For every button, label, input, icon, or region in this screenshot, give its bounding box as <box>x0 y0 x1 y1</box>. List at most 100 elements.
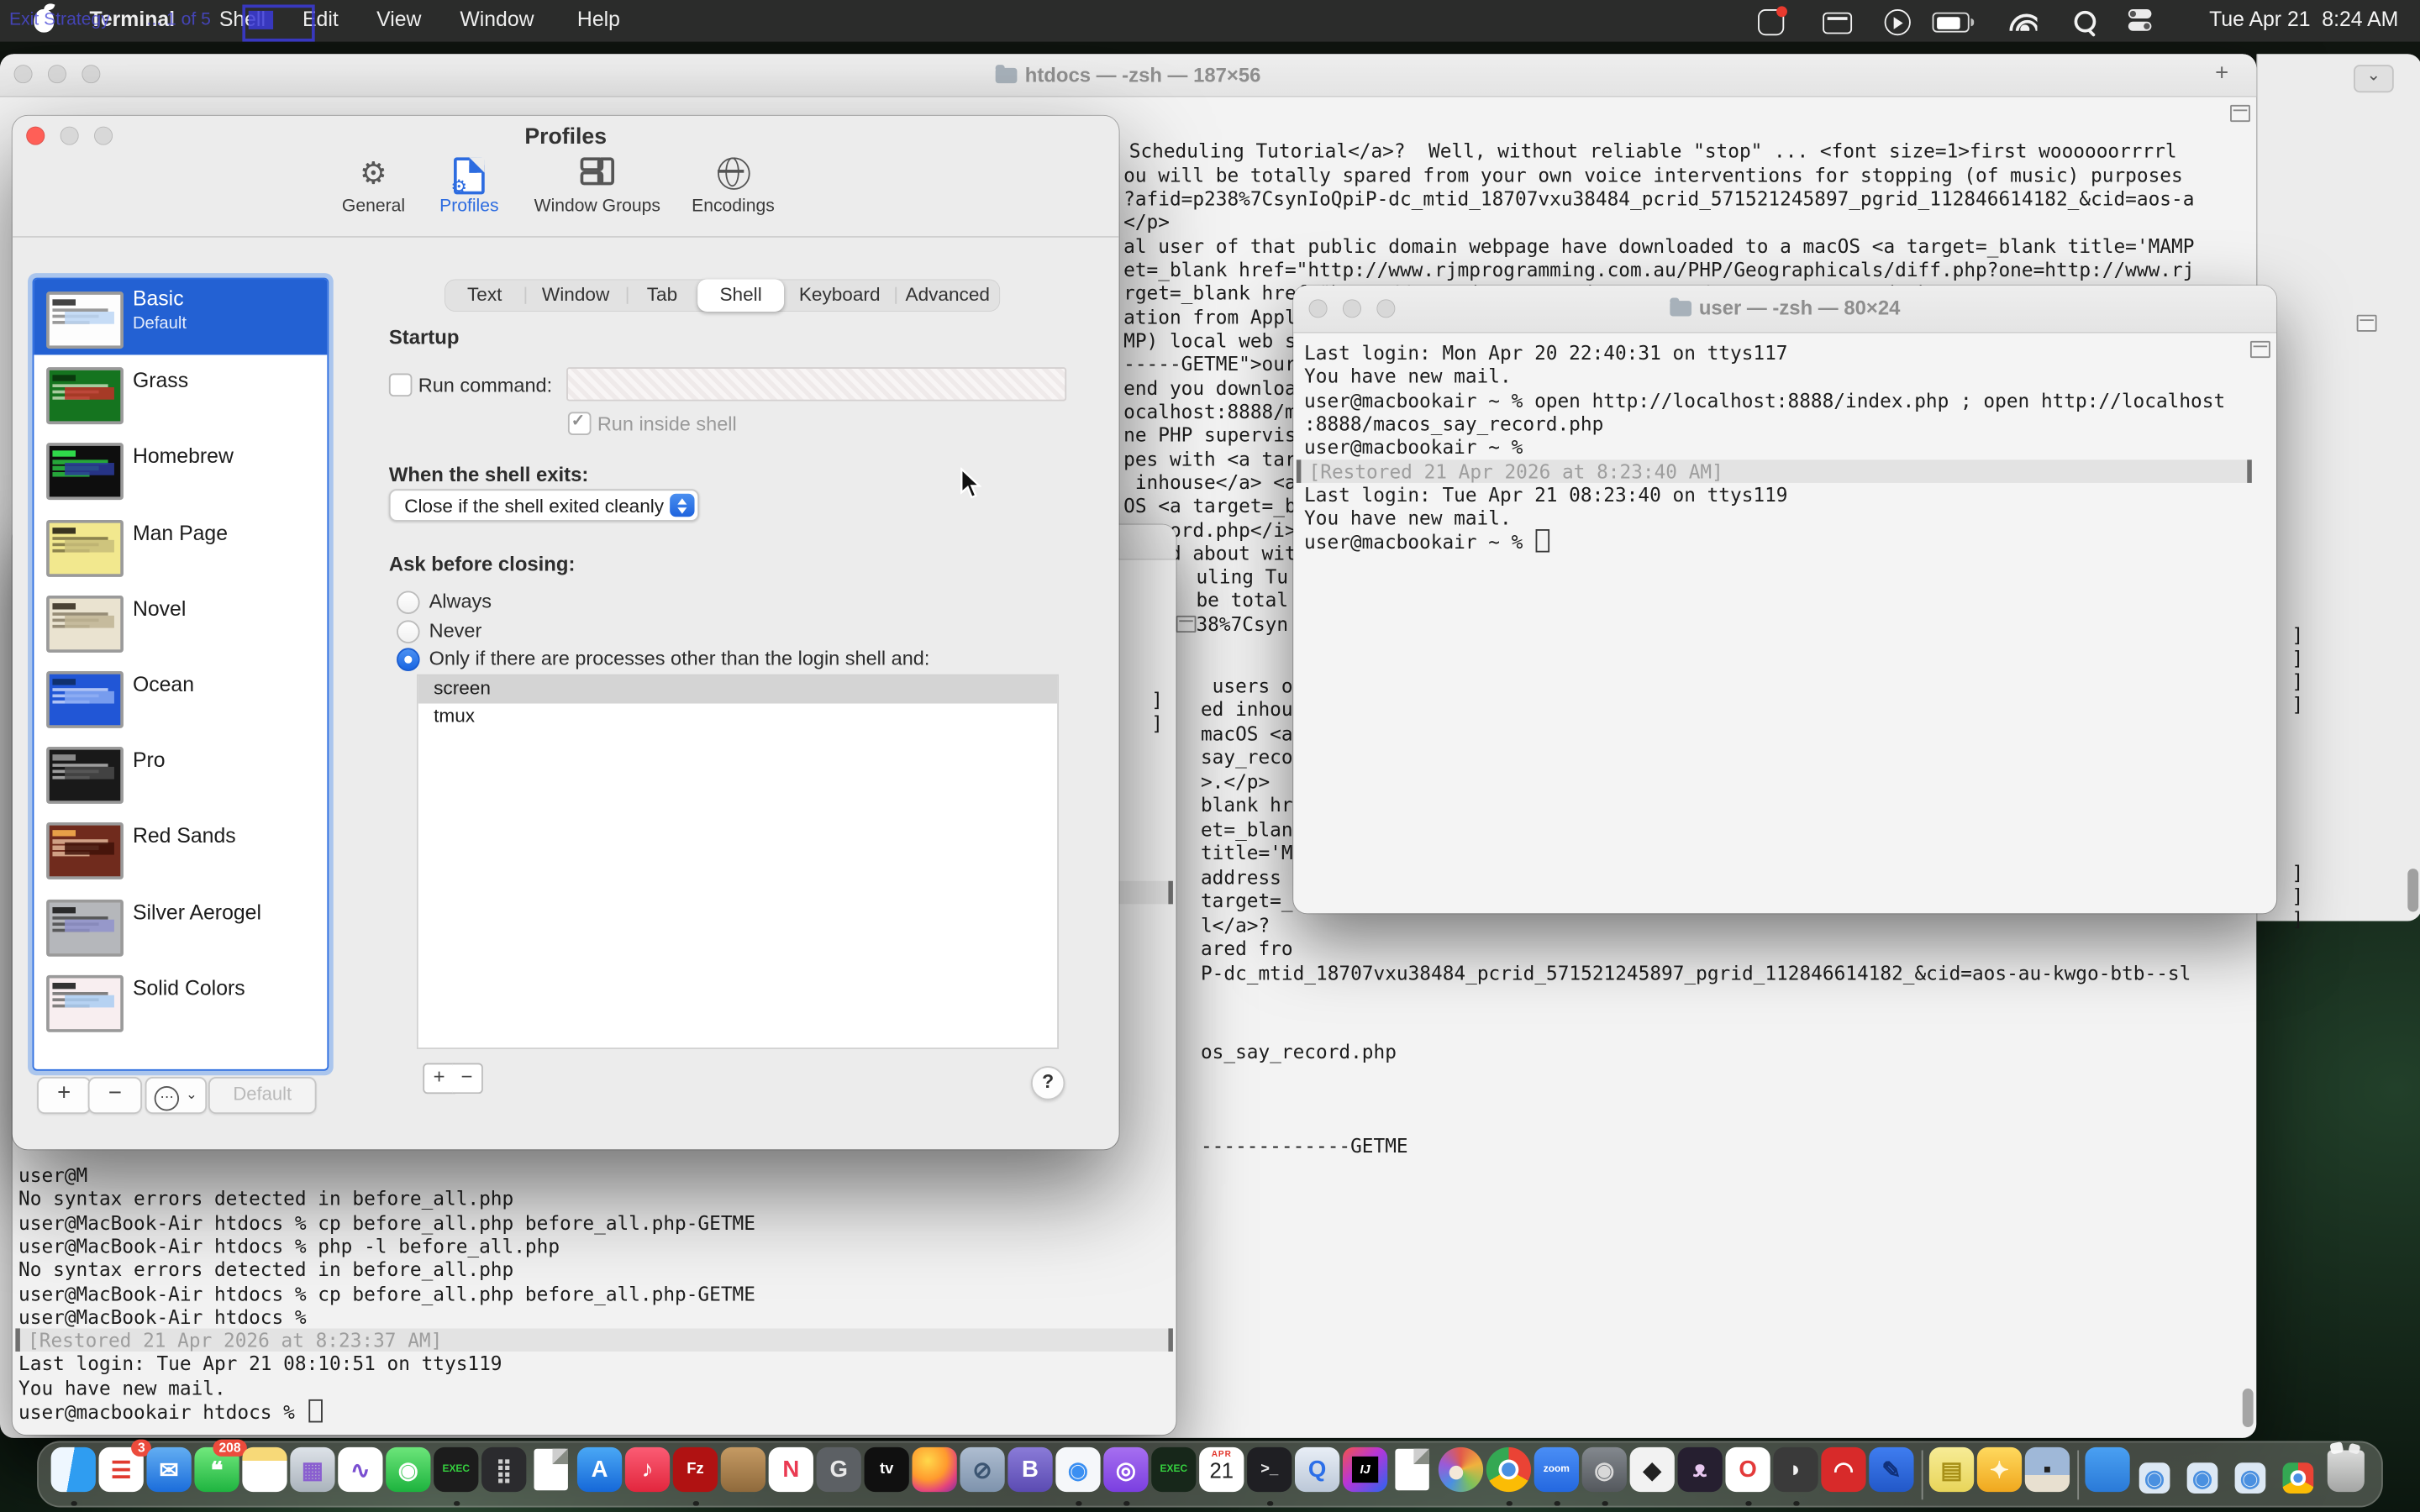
control-center-icon[interactable] <box>2128 9 2153 33</box>
profile-row-basic[interactable]: BasicDefault <box>34 279 327 354</box>
profile-row-grass[interactable]: Grass <box>34 355 327 431</box>
profile-row-red-sands[interactable]: Red Sands <box>34 811 327 886</box>
dock-item-blocked-app[interactable]: ⊘ <box>959 1441 1007 1508</box>
dock-item-chrome[interactable] <box>1485 1441 1533 1508</box>
dock-item-zoom[interactable]: zoom <box>1533 1441 1581 1508</box>
dock-item-speedtest[interactable]: ◠ <box>1820 1441 1868 1508</box>
dock-item-apple-tv[interactable]: tv <box>863 1441 911 1508</box>
tab-shell[interactable]: Shell <box>697 279 784 312</box>
dock-item-minimized-window-2[interactable]: ◉ <box>2179 1441 2227 1508</box>
scrollbar-thumb[interactable] <box>2243 1389 2254 1427</box>
play-icon[interactable] <box>1885 9 1911 35</box>
wifi-icon[interactable] <box>2009 11 2037 31</box>
dock-item-intellij-idea[interactable]: IJ <box>1341 1441 1389 1508</box>
keyboard-window-icon[interactable] <box>1823 13 1852 34</box>
userzsh-titlebar[interactable]: user — -zsh — 80×24 <box>1293 286 2276 333</box>
dock-item-filezilla[interactable]: Fz <box>671 1441 719 1508</box>
menu-window[interactable]: Window <box>460 8 534 31</box>
dock-item-minimized-chrome[interactable] <box>2275 1441 2323 1508</box>
remove-process-button[interactable]: − <box>452 1063 483 1095</box>
app-notification-icon[interactable] <box>1758 9 1784 35</box>
menu-terminal[interactable]: Terminal <box>90 8 176 31</box>
shell-exits-dropdown[interactable]: Close if the shell exited cleanly <box>389 489 699 522</box>
dock-item-calendar[interactable]: APR21 <box>1197 1441 1245 1508</box>
dock-item-reminders[interactable]: ☰3 <box>97 1441 145 1508</box>
dock-item-mask-app[interactable]: ◗ <box>1772 1441 1820 1508</box>
dock-item-photo-doc[interactable]: ▪ <box>2023 1441 2071 1508</box>
dock-item-trash[interactable] <box>2323 1441 2370 1508</box>
add-process-button[interactable]: + <box>423 1063 455 1095</box>
window-user-zsh-terminal[interactable]: user — -zsh — 80×24 Last login: Mon Apr … <box>1293 286 2276 914</box>
profile-row-silver-aerogel[interactable]: Silver Aerogel <box>34 886 327 962</box>
dock-item-firefox[interactable] <box>911 1441 959 1508</box>
profile-row-homebrew[interactable]: Homebrew <box>34 431 327 507</box>
dock-item-news[interactable]: N <box>767 1441 815 1508</box>
dock-item-textedit-document[interactable] <box>1389 1441 1437 1508</box>
profile-actions-menu-button[interactable]: ⋯ ⌄ <box>145 1077 207 1114</box>
dock-item-opera[interactable]: O <box>1724 1441 1772 1508</box>
tab-text[interactable]: Text <box>445 279 525 312</box>
help-button[interactable]: ? <box>1031 1066 1065 1100</box>
dock-item-minimized-window-3[interactable]: ◉ <box>2227 1441 2275 1508</box>
menu-help[interactable]: Help <box>577 8 620 31</box>
dock-item-messages[interactable]: ❝208 <box>193 1441 241 1508</box>
apple-menu-icon[interactable] <box>34 9 54 33</box>
dock-item-preview-document[interactable] <box>528 1441 576 1508</box>
process-row-screen[interactable]: screen <box>418 675 1057 702</box>
default-button[interactable]: Default <box>208 1077 317 1114</box>
dock-item-gauge-app[interactable]: ◉ <box>1581 1441 1628 1508</box>
window-terminal-settings[interactable]: Profiles ⚙GeneralProfilesWindow GroupsEn… <box>13 116 1119 1150</box>
run-inside-shell-checkbox[interactable] <box>568 412 592 435</box>
profile-row-man-page[interactable]: Man Page <box>34 507 327 583</box>
tab-keyboard[interactable]: Keyboard <box>784 279 895 312</box>
toolbar-item-encodings[interactable]: Encodings <box>668 157 797 216</box>
toolbar-item-window-groups[interactable]: Window Groups <box>533 157 662 216</box>
tab-overflow-chevron-button[interactable]: ⌄ <box>2354 65 2394 92</box>
dock-item-lightbulb-doc[interactable]: ✦ <box>1975 1441 2023 1508</box>
menu-bar-clock[interactable]: Tue Apr 21 8:24 AM <box>2209 8 2398 31</box>
profile-row-solid-colors[interactable]: Solid Colors <box>34 963 327 1038</box>
search-icon[interactable] <box>2075 11 2096 33</box>
dock-item-notes[interactable] <box>241 1441 289 1508</box>
dock-item-app-store[interactable]: A <box>576 1441 623 1508</box>
toolbar-item-profiles[interactable]: Profiles <box>428 157 511 216</box>
profile-list[interactable]: BasicDefaultGrassHomebrewMan PageNovelOc… <box>34 279 327 1068</box>
dock-item-mail[interactable]: ✉ <box>145 1441 193 1508</box>
radio-never[interactable] <box>397 620 420 643</box>
remove-profile-button[interactable]: − <box>88 1077 142 1114</box>
dock-item-finder[interactable] <box>50 1441 97 1508</box>
toolbar-item-general[interactable]: ⚙General <box>308 157 438 216</box>
htdocs-titlebar[interactable]: htdocs — -zsh — 187×56 + <box>0 54 2256 97</box>
battery-icon[interactable] <box>1933 13 1970 33</box>
profile-row-ocean[interactable]: Ocean <box>34 659 327 734</box>
add-profile-button[interactable]: + <box>37 1077 91 1114</box>
run-command-checkbox[interactable] <box>389 373 413 396</box>
dock-item-freeform[interactable]: ∿ <box>336 1441 384 1508</box>
dock-item-downloads-folder[interactable] <box>2084 1441 2132 1508</box>
dock-item-pen-app[interactable]: ✎ <box>1867 1441 1915 1508</box>
dock-item-bbedit[interactable]: B <box>1007 1441 1055 1508</box>
dock-item-inkscape[interactable]: ◆ <box>1628 1441 1676 1508</box>
tab-advanced[interactable]: Advanced <box>895 279 1000 312</box>
tab-window[interactable]: Window <box>524 279 626 312</box>
menu-view[interactable]: View <box>376 8 421 31</box>
dock-item-podcasts[interactable]: ◎ <box>1102 1441 1150 1508</box>
profile-row-pro[interactable]: Pro <box>34 735 327 811</box>
radio-only[interactable] <box>397 648 420 671</box>
dock-item-stickies-doc[interactable]: ▤ <box>1928 1441 1975 1508</box>
window-terminal-sliver[interactable]: ⌄ ]]]]]]] <box>2256 54 2420 921</box>
userzsh-terminal-content[interactable]: Last login: Mon Apr 20 22:40:31 on ttys1… <box>1293 332 2276 913</box>
dock-item-terminal[interactable]: >_ <box>1245 1441 1293 1508</box>
new-tab-button[interactable]: + <box>2215 60 2228 87</box>
run-command-input[interactable] <box>566 367 1066 401</box>
dock-item-music[interactable]: ♪ <box>623 1441 671 1508</box>
scrollbar-thumb[interactable] <box>2407 869 2418 911</box>
dock-item-script-app-2[interactable]: EXEC <box>1150 1441 1197 1508</box>
dock-item-script-app[interactable]: EXEC <box>432 1441 480 1508</box>
dock-item-launchpad[interactable]: ▦ <box>288 1441 336 1508</box>
dock-item-leather-app[interactable] <box>719 1441 767 1508</box>
process-row-tmux[interactable]: tmux <box>418 703 1057 730</box>
dock-item-safari[interactable]: ◉ <box>1054 1441 1102 1508</box>
tab-tab[interactable]: Tab <box>627 279 697 312</box>
dock-item-facetime[interactable]: ◉ <box>384 1441 432 1508</box>
